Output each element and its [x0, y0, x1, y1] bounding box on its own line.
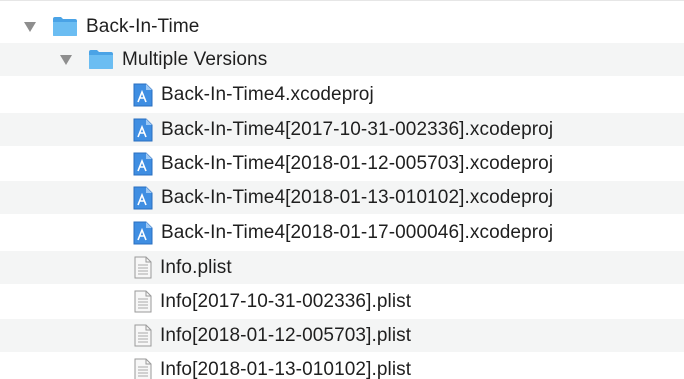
row-label: Back-In-Time4[2018-01-17-000046].xcodepr… — [161, 221, 554, 243]
plist-icon — [134, 256, 152, 279]
row-label: Info[2018-01-13-010102].plist — [160, 358, 412, 379]
row-label: Info[2018-01-12-005703].plist — [160, 324, 412, 346]
xcodeproj-icon — [133, 186, 153, 210]
row-label: Back-In-Time4[2018-01-12-005703].xcodepr… — [161, 152, 554, 174]
list-row-plist[interactable]: Info[2017-10-31-002336].plist — [0, 285, 684, 318]
disclosure-triangle-expanded-icon[interactable] — [22, 19, 38, 35]
top-divider — [0, 0, 684, 1]
list-row-xcodeproj[interactable]: Back-In-Time4.xcodeproj — [0, 78, 684, 111]
row-label: Back-In-Time4[2017-10-31-002336].xcodepr… — [161, 118, 554, 140]
list-row-xcodeproj[interactable]: Back-In-Time4[2018-01-17-000046].xcodepr… — [0, 216, 684, 249]
plist-icon — [134, 358, 152, 379]
list-row-xcodeproj[interactable]: Back-In-Time4[2018-01-13-010102].xcodepr… — [0, 181, 684, 214]
plist-icon — [134, 290, 152, 313]
xcodeproj-icon — [133, 118, 153, 142]
plist-icon — [134, 324, 152, 347]
xcodeproj-icon — [133, 83, 153, 107]
list-row-plist[interactable]: Info.plist — [0, 251, 684, 284]
finder-list-view: Back-In-Time Multiple Versions Back-In-T… — [0, 0, 684, 379]
list-row-back-in-time[interactable]: Back-In-Time — [0, 10, 684, 43]
list-row-plist[interactable]: Info[2018-01-13-010102].plist — [0, 353, 684, 379]
row-label: Back-In-Time — [86, 15, 200, 37]
row-label: Back-In-Time4[2018-01-13-010102].xcodepr… — [161, 186, 554, 208]
list-row-xcodeproj[interactable]: Back-In-Time4[2017-10-31-002336].xcodepr… — [0, 113, 684, 146]
row-label: Info.plist — [160, 256, 232, 278]
row-label: Multiple Versions — [122, 48, 268, 70]
list-row-xcodeproj[interactable]: Back-In-Time4[2018-01-12-005703].xcodepr… — [0, 147, 684, 180]
folder-icon — [52, 16, 78, 37]
folder-icon — [88, 49, 114, 70]
xcodeproj-icon — [133, 221, 153, 245]
list-row-plist[interactable]: Info[2018-01-12-005703].plist — [0, 319, 684, 352]
row-label: Back-In-Time4.xcodeproj — [161, 83, 374, 105]
xcodeproj-icon — [133, 152, 153, 176]
list-row-multiple-versions[interactable]: Multiple Versions — [0, 43, 684, 76]
disclosure-triangle-expanded-icon[interactable] — [58, 52, 74, 68]
row-label: Info[2017-10-31-002336].plist — [160, 290, 412, 312]
